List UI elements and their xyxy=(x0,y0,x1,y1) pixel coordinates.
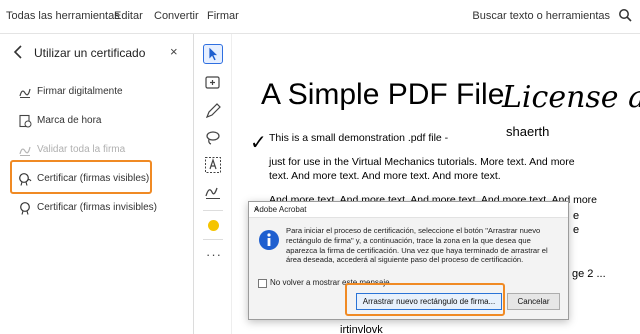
close-icon[interactable]: × xyxy=(170,44,178,59)
panel-title: Utilizar un certificado xyxy=(34,46,146,60)
timestamp-icon xyxy=(19,114,32,128)
lasso-tool[interactable] xyxy=(203,128,223,148)
comment-tool[interactable] xyxy=(203,74,223,94)
text-field-tool[interactable] xyxy=(203,155,223,175)
pdf-text-fragment: ge 2 ... xyxy=(572,268,606,280)
rail-divider xyxy=(203,239,223,240)
highlight-color-swatch[interactable] xyxy=(208,220,219,231)
text-field-icon xyxy=(205,157,221,173)
checkmark-icon: ✓ xyxy=(250,132,267,154)
tool-rail: ··· xyxy=(194,34,232,334)
pdf-text-fragment: irtinvlovk xyxy=(340,324,383,334)
sign-digital-icon xyxy=(19,88,31,98)
menu-sign[interactable]: Firmar xyxy=(207,10,239,22)
select-pointer-icon xyxy=(209,47,218,61)
signature-tool[interactable] xyxy=(203,182,223,202)
pdf-text-line: This is a small demonstration .pdf file … xyxy=(269,132,449,144)
dialog-message: Para iniciar el proceso de certificación… xyxy=(286,226,548,265)
panel-item-label: Marca de hora xyxy=(37,115,102,126)
back-arrow-icon[interactable] xyxy=(12,45,24,59)
dont-show-again-checkbox[interactable] xyxy=(258,279,267,288)
highlight-certify-visible xyxy=(10,160,152,194)
dialog-titlebar: Adobe Acrobat × xyxy=(249,202,568,218)
menu-all-tools[interactable]: Todas las herramientas xyxy=(6,10,120,22)
validate-signature-icon xyxy=(19,146,31,156)
menu-convert[interactable]: Convertir xyxy=(154,10,199,22)
menu-edit[interactable]: Editar xyxy=(114,10,143,22)
panel-item-label: Firmar digitalmente xyxy=(37,86,123,97)
top-menu-bar: Todas las herramientas Editar Convertir … xyxy=(0,0,640,34)
signature-icon xyxy=(205,187,220,199)
dialog-close-icon[interactable]: × xyxy=(254,205,562,214)
lasso-icon xyxy=(206,131,220,145)
pen-icon xyxy=(205,103,221,119)
pdf-text-line: just for use in the Virtual Mechanics tu… xyxy=(269,156,575,168)
more-tools-icon[interactable]: ··· xyxy=(206,247,222,262)
add-comment-icon xyxy=(205,76,220,89)
pdf-text-fragment: e xyxy=(573,210,580,222)
highlight-primary-button xyxy=(345,283,505,316)
panel-item-label: Validar toda la firma xyxy=(37,144,126,155)
rail-divider xyxy=(203,210,223,211)
search-icon[interactable] xyxy=(618,8,632,22)
info-icon xyxy=(259,230,279,250)
select-tool[interactable] xyxy=(203,44,223,64)
pdf-handwritten-text: shaerth xyxy=(506,124,550,139)
search-tools-input[interactable]: Buscar texto o herramientas xyxy=(472,10,610,22)
pen-tool[interactable] xyxy=(203,101,223,121)
certify-invisible-icon xyxy=(20,202,30,215)
panel-item-label: Certificar (firmas invisibles) xyxy=(37,202,158,213)
pdf-title: A Simple PDF File xyxy=(261,78,505,111)
pdf-text-fragment: e xyxy=(573,224,580,236)
pdf-script-text: License a xyxy=(502,80,640,115)
pdf-text-line: text. And more text. And more text. And … xyxy=(269,170,501,182)
acrobat-window: Todas las herramientas Editar Convertir … xyxy=(0,0,640,334)
cancel-button[interactable]: Cancelar xyxy=(507,293,560,310)
